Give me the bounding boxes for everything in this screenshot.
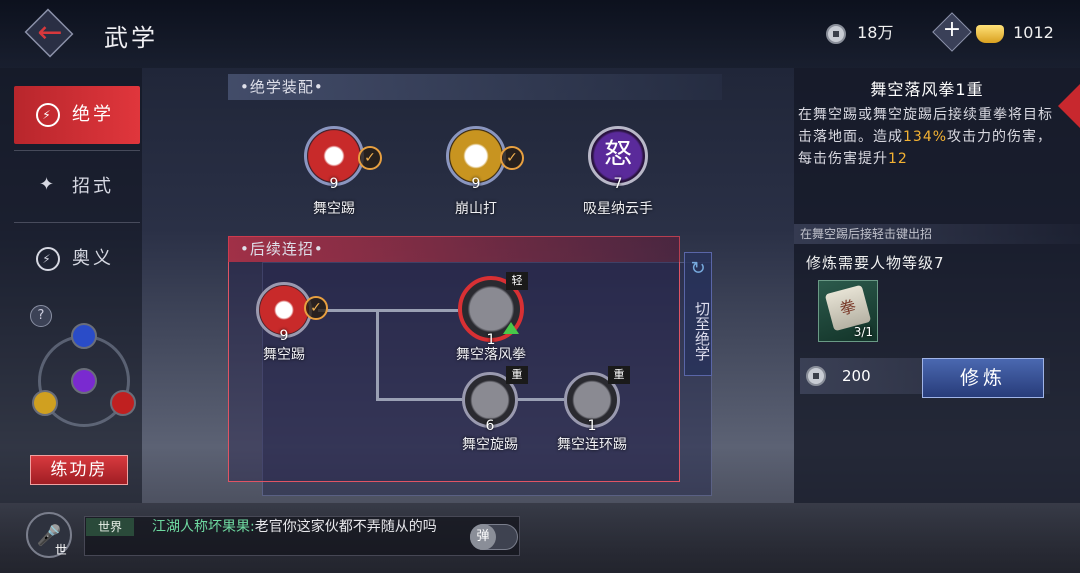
tab-label: 奥义 bbox=[72, 248, 114, 269]
popup-toggle-knob[interactable]: 弹 bbox=[470, 524, 496, 550]
skill-name: 舞空踢 bbox=[313, 201, 355, 217]
top-bar bbox=[0, 0, 1080, 68]
skill-detail-panel: 舞空落风拳1重 在舞空踢或舞空旋踢后接续重拳将目标击落地面。造成134%攻击力的… bbox=[794, 68, 1080, 503]
skill-description: 在舞空踢或舞空旋踢后接续重拳将目标击落地面。造成134%攻击力的伤害，每击伤害提… bbox=[798, 104, 1056, 170]
tab-label: 绝学 bbox=[72, 104, 114, 125]
skill-level: 1 bbox=[587, 418, 597, 434]
red-orb-icon[interactable] bbox=[110, 390, 136, 416]
train-button[interactable]: 修炼 bbox=[922, 358, 1044, 398]
gold-ingot-icon bbox=[976, 24, 1004, 43]
combo-section-header: •后续连招• bbox=[228, 236, 680, 262]
upgrade-arrow-icon bbox=[503, 322, 519, 334]
divider bbox=[14, 222, 140, 223]
purple-orb-icon[interactable] bbox=[71, 368, 97, 394]
page-title: 武学 bbox=[104, 24, 158, 52]
equipped-check-icon: ✓ bbox=[358, 146, 382, 170]
equip-slot-xixingnayunshou[interactable]: 怒 7 bbox=[588, 126, 648, 192]
martial-pose-icon: ✦ bbox=[38, 174, 58, 195]
item-count: 3/1 bbox=[853, 325, 873, 339]
tab-zhaoshi[interactable]: ✦ 招式 bbox=[14, 158, 140, 216]
skill-name: 舞空踢 bbox=[263, 347, 305, 363]
silver-coin-icon bbox=[826, 23, 846, 44]
desc-number: 12 bbox=[888, 151, 908, 167]
heavy-tag: 重 bbox=[506, 366, 528, 384]
tab-aoyi[interactable]: ⚡ 奥义 bbox=[14, 230, 140, 288]
refresh-icon[interactable]: ↻ bbox=[687, 258, 709, 280]
skill-name: 舞空连环踢 bbox=[557, 437, 627, 453]
skill-name: 吸星纳云手 bbox=[583, 201, 653, 217]
equipped-check-icon: ✓ bbox=[500, 146, 524, 170]
combo-line bbox=[376, 309, 379, 401]
equip-slot-bengshanda[interactable]: 9 bbox=[446, 126, 506, 192]
chat-text: 老官你这家伙都不弄随从的吗 bbox=[254, 519, 437, 535]
chat-message: 江湖人称坏果果:老官你这家伙都不弄随从的吗 bbox=[152, 518, 462, 537]
divider bbox=[14, 150, 140, 151]
gold-currency: 1012 bbox=[976, 20, 1054, 46]
help-button[interactable]: ? bbox=[30, 305, 52, 327]
level-requirement: 修炼需要人物等级7 bbox=[806, 254, 945, 272]
tab-label: 招式 bbox=[72, 176, 114, 197]
back-arrow-icon[interactable]: ← bbox=[30, 16, 70, 50]
equip-section-header: •绝学装配• bbox=[228, 74, 722, 100]
skill-level: 9 bbox=[329, 176, 339, 192]
combo-input-note: 在舞空踢后接轻击键出招 bbox=[794, 224, 1080, 244]
skill-name: 舞空旋踢 bbox=[462, 437, 518, 453]
gold-amount: 1012 bbox=[1013, 23, 1054, 42]
tab-juexue[interactable]: ⚡ 绝学 bbox=[14, 86, 140, 144]
plus-icon[interactable]: + bbox=[938, 17, 966, 42]
aoyi-icon: ⚡ bbox=[36, 247, 60, 271]
equip-slot-wukongti[interactable]: 9 bbox=[304, 126, 364, 192]
fist-manual-item[interactable]: 拳 3/1 bbox=[818, 280, 878, 342]
desc-percent: 134% bbox=[903, 129, 948, 145]
skill-name: 舞空落风拳 bbox=[456, 347, 526, 363]
silver-currency: 18万 bbox=[826, 20, 893, 46]
chat-sender[interactable]: 江湖人称坏果果: bbox=[152, 519, 255, 535]
yellow-orb-icon[interactable] bbox=[32, 390, 58, 416]
mic-channel-label: 世 bbox=[55, 543, 68, 557]
training-room-button[interactable]: 练功房 bbox=[30, 455, 128, 485]
chat-channel-badge: 世界 bbox=[86, 518, 134, 536]
skill-detail-title: 舞空落风拳1重 bbox=[870, 80, 984, 99]
skill-level: 7 bbox=[613, 176, 623, 192]
silver-coin-icon bbox=[806, 366, 826, 386]
heavy-tag: 重 bbox=[608, 366, 630, 384]
skill-level: 9 bbox=[471, 176, 481, 192]
light-tag: 轻 bbox=[506, 272, 528, 290]
skill-level: 9 bbox=[279, 328, 289, 344]
skill-level: 6 bbox=[485, 418, 495, 434]
equipped-check-icon: ✓ bbox=[304, 296, 328, 320]
cost-value: 200 bbox=[842, 367, 871, 385]
juexue-icon: ⚡ bbox=[36, 103, 60, 127]
skill-name: 崩山打 bbox=[455, 201, 497, 217]
silver-amount: 18万 bbox=[857, 23, 894, 42]
blue-orb-icon[interactable] bbox=[71, 323, 97, 349]
